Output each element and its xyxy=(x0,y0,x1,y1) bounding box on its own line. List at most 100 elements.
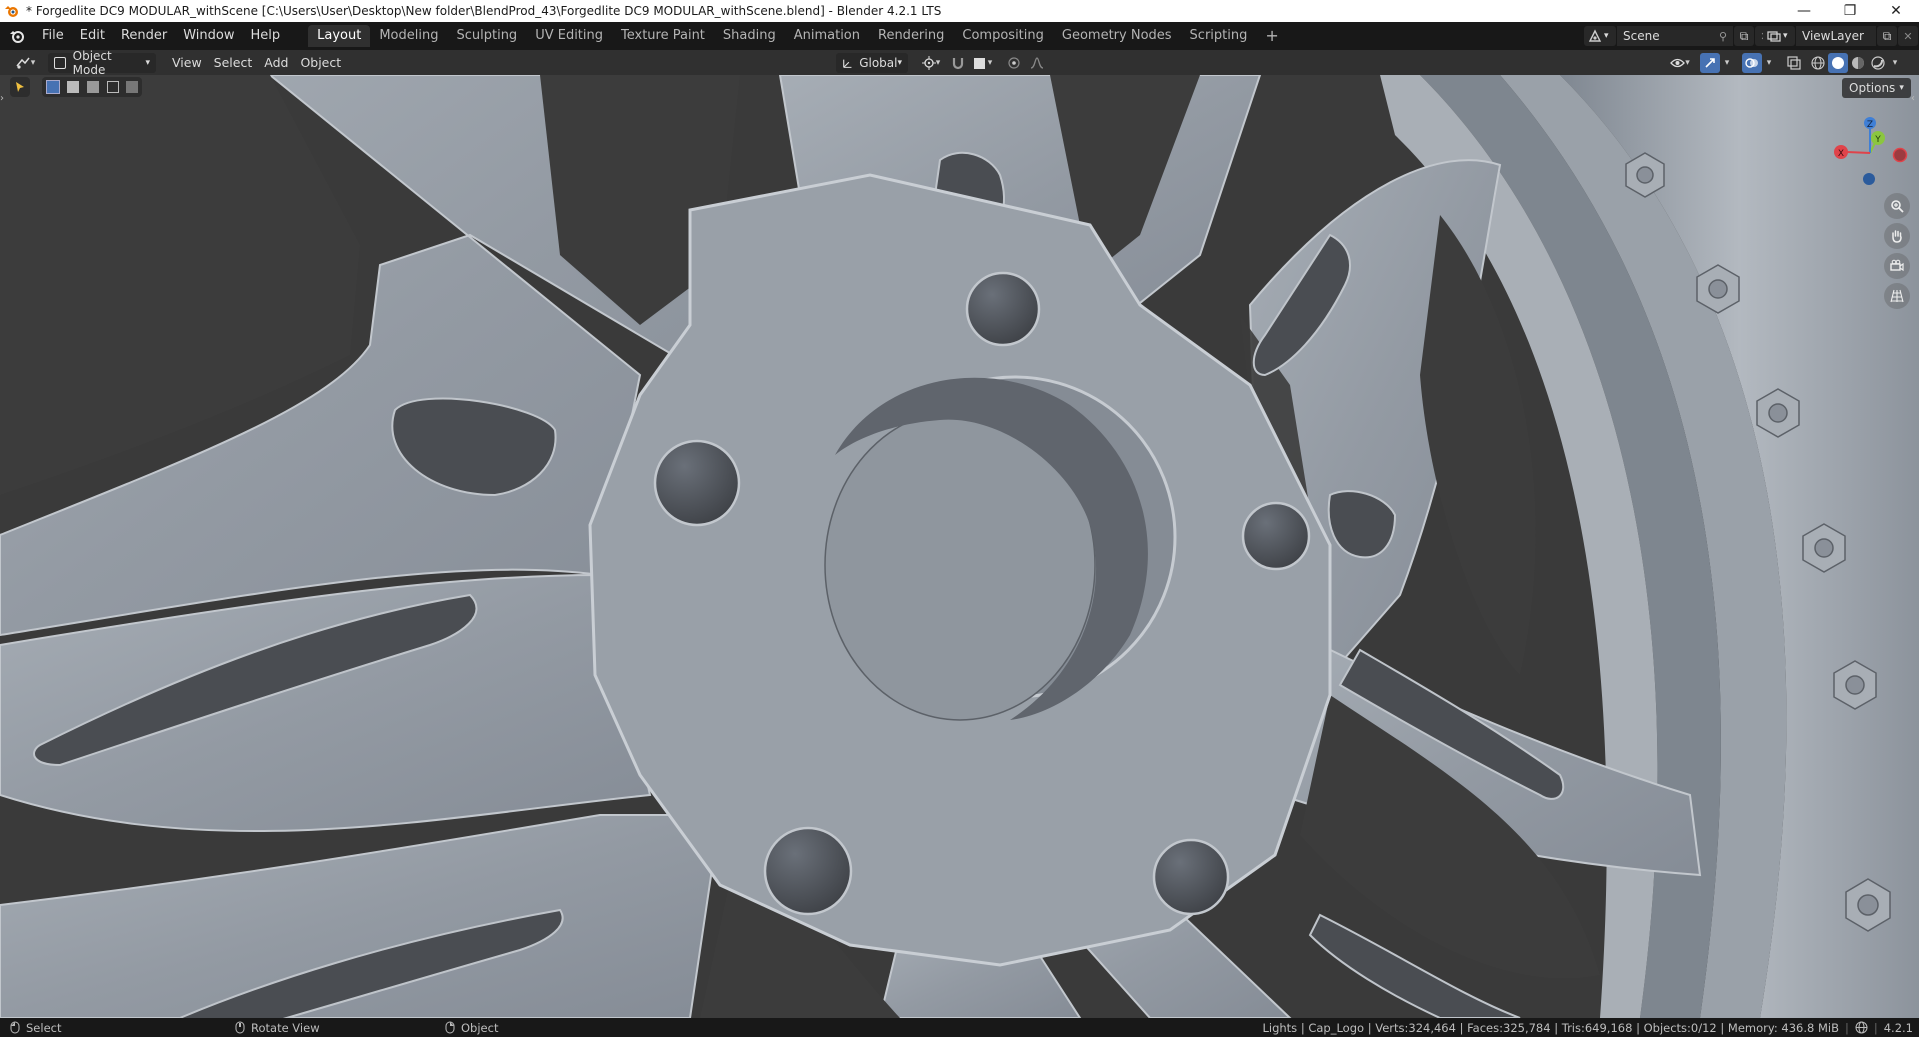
status-hint-object-label: Object xyxy=(461,1020,499,1035)
proportional-icon xyxy=(1008,57,1020,69)
material-sphere-icon xyxy=(1852,57,1864,69)
orientation-global-icon xyxy=(843,59,852,68)
tab-shading[interactable]: Shading xyxy=(714,25,785,47)
gizmo-toggle[interactable] xyxy=(1700,53,1720,73)
camera-icon xyxy=(1890,259,1904,272)
scene-icon xyxy=(1588,29,1602,42)
shading-solid-button[interactable] xyxy=(1828,53,1848,73)
menu-object[interactable]: Object xyxy=(294,53,347,73)
toolbar-expand-arrow-icon[interactable]: › xyxy=(0,93,4,104)
mouse-middle-icon xyxy=(235,1021,245,1034)
duplicate-icon: ⧉ xyxy=(1739,28,1749,43)
menu-render[interactable]: Render xyxy=(113,25,175,47)
tab-scripting[interactable]: Scripting xyxy=(1181,25,1257,47)
new-viewlayer-button[interactable]: ⧉ xyxy=(1877,26,1897,46)
pan-view-button[interactable] xyxy=(1884,223,1910,249)
snap-increment-icon xyxy=(973,57,985,69)
maximize-button[interactable]: ❐ xyxy=(1827,0,1873,22)
menu-edit[interactable]: Edit xyxy=(72,25,113,47)
shading-material-button[interactable] xyxy=(1848,53,1868,73)
select-subtract-icon[interactable] xyxy=(86,81,99,93)
axis-neg-z-handle[interactable] xyxy=(1863,173,1875,185)
pin-scene-button[interactable]: ⚲ xyxy=(1713,26,1733,46)
globe-icon[interactable] xyxy=(1855,1021,1868,1034)
chevron-down-icon: ▾ xyxy=(145,57,150,68)
minimize-button[interactable]: — xyxy=(1781,0,1827,22)
chevron-down-icon: ▾ xyxy=(1892,58,1898,68)
tab-uv-editing[interactable]: UV Editing xyxy=(526,25,612,47)
viewlayer-name-field[interactable]: ViewLayer xyxy=(1796,26,1876,46)
tab-compositing[interactable]: Compositing xyxy=(953,25,1053,47)
axis-y-label: Y xyxy=(1874,135,1881,145)
menu-add[interactable]: Add xyxy=(258,53,294,73)
mode-dropdown[interactable]: Object Mode ▾ xyxy=(48,49,156,77)
tab-sculpting[interactable]: Sculpting xyxy=(447,25,526,47)
chevron-down-icon: ▾ xyxy=(1899,83,1904,93)
select-new-icon[interactable] xyxy=(45,80,60,94)
gizmo-dropdown[interactable]: ▾ xyxy=(1720,53,1734,73)
editor-type-button[interactable]: ▾ xyxy=(10,53,40,73)
proportional-falloff-dropdown[interactable] xyxy=(1024,53,1050,73)
shading-wireframe-button[interactable] xyxy=(1808,53,1828,73)
chevron-down-icon: ▾ xyxy=(1685,58,1690,68)
scene-name-field[interactable]: Scene xyxy=(1617,26,1713,46)
axis-neg-x-handle[interactable] xyxy=(1892,147,1908,163)
new-scene-button[interactable]: ⧉ xyxy=(1734,26,1754,46)
blender-version: 4.2.1 xyxy=(1883,1020,1913,1035)
overlays-toggle[interactable] xyxy=(1742,53,1762,73)
3d-viewport[interactable]: › ‹ Options ▾ Z Y X xyxy=(0,75,1919,1018)
overlay-icon xyxy=(1745,58,1758,68)
solid-sphere-icon xyxy=(1832,57,1844,69)
tab-layout[interactable]: Layout xyxy=(308,25,371,47)
snap-target-dropdown[interactable]: ▾ xyxy=(968,53,998,73)
axis-z-label: Z xyxy=(1867,120,1873,130)
tab-modeling[interactable]: Modeling xyxy=(370,25,447,47)
tab-geometry-nodes[interactable]: Geometry Nodes xyxy=(1053,25,1181,47)
delete-viewlayer-button[interactable]: ✕ xyxy=(1898,26,1918,46)
close-icon: ✕ xyxy=(1903,29,1913,43)
proportional-editing-toggle[interactable] xyxy=(1004,53,1024,73)
options-dropdown[interactable]: Options ▾ xyxy=(1842,78,1911,98)
shading-rendered-button[interactable] xyxy=(1868,53,1888,73)
menu-window[interactable]: Window xyxy=(175,25,242,47)
transform-orientation-dropdown[interactable]: Global ▾ xyxy=(836,53,908,73)
pivot-point-dropdown[interactable]: ▾ xyxy=(916,53,946,73)
viewlayer-browse-button[interactable]: ▾ xyxy=(1763,26,1795,46)
blender-logo-icon xyxy=(5,6,18,17)
tab-animation[interactable]: Animation xyxy=(785,25,869,47)
xray-toggle[interactable] xyxy=(1784,53,1804,73)
chevron-down-icon: ▾ xyxy=(1783,31,1788,41)
select-invert-icon[interactable] xyxy=(106,81,119,93)
perspective-toggle-button[interactable] xyxy=(1884,283,1910,309)
status-hint-select: Select xyxy=(10,1021,235,1035)
blender-menu-button[interactable] xyxy=(0,28,34,44)
select-extend-icon[interactable] xyxy=(67,81,80,93)
menu-view[interactable]: View xyxy=(166,53,208,73)
menu-help[interactable]: Help xyxy=(243,25,289,47)
select-intersect-icon[interactable] xyxy=(126,81,139,93)
menu-select[interactable]: Select xyxy=(208,53,259,73)
xray-icon xyxy=(1787,56,1801,70)
shading-dropdown[interactable]: ▾ xyxy=(1888,53,1902,73)
wheel-render xyxy=(0,75,1919,1018)
window-titlebar: * Forgedlite DC9 MODULAR_withScene [C:\U… xyxy=(0,0,1919,22)
chevron-down-icon: ▾ xyxy=(1766,58,1772,68)
scene-statistics: Lights | Cap_Logo | Verts:324,464 | Face… xyxy=(1262,1020,1839,1035)
menu-file[interactable]: File xyxy=(34,25,72,47)
tab-texture-paint[interactable]: Texture Paint xyxy=(612,25,714,47)
navigation-gizmo[interactable]: Z Y X xyxy=(1830,109,1910,189)
add-workspace-button[interactable]: + xyxy=(1256,25,1287,47)
snap-toggle[interactable] xyxy=(948,53,968,73)
sidebar-expand-arrow-icon[interactable]: ‹ xyxy=(1911,93,1915,104)
close-button[interactable]: ✕ xyxy=(1873,0,1919,22)
overlays-dropdown[interactable]: ▾ xyxy=(1762,53,1776,73)
blender-logo-icon xyxy=(10,31,24,43)
scene-browse-button[interactable]: ▾ xyxy=(1584,26,1616,46)
hand-icon xyxy=(1892,230,1902,243)
tab-rendering[interactable]: Rendering xyxy=(869,25,953,47)
select-tool-button[interactable] xyxy=(10,77,30,97)
visibility-dropdown[interactable]: ▾ xyxy=(1664,53,1696,73)
zoom-icon xyxy=(1891,200,1904,213)
camera-view-button[interactable] xyxy=(1884,253,1910,279)
zoom-view-button[interactable] xyxy=(1884,193,1910,219)
